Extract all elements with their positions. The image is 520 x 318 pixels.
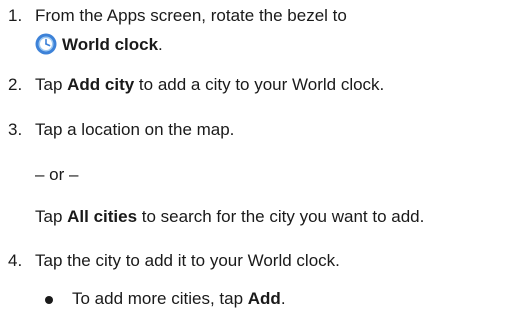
world-clock-label: World clock — [62, 35, 159, 54]
step-text: Tap Add city to add a city to your World… — [35, 75, 385, 94]
step-text: Tap All cities to search for the city yo… — [35, 207, 425, 226]
step-number: 2. — [8, 75, 23, 94]
step-number: 4. — [8, 251, 23, 270]
bullet-icon — [45, 296, 53, 304]
add-label: Add — [247, 289, 281, 308]
step-number: 3. — [8, 120, 23, 139]
step-text: Tap a location on the map. — [35, 120, 235, 139]
bullet-text: To add more cities, tap Add. — [72, 289, 286, 308]
world-clock-icon — [35, 33, 57, 55]
all-cities-label: All cities — [67, 207, 138, 226]
step-number: 1. — [8, 6, 23, 25]
add-city-label: Add city — [67, 75, 135, 94]
step-text-line2: World clock. — [35, 33, 163, 56]
step-text: From the Apps screen, rotate the bezel t… — [35, 6, 347, 25]
step-text: Tap the city to add it to your World clo… — [35, 251, 340, 270]
